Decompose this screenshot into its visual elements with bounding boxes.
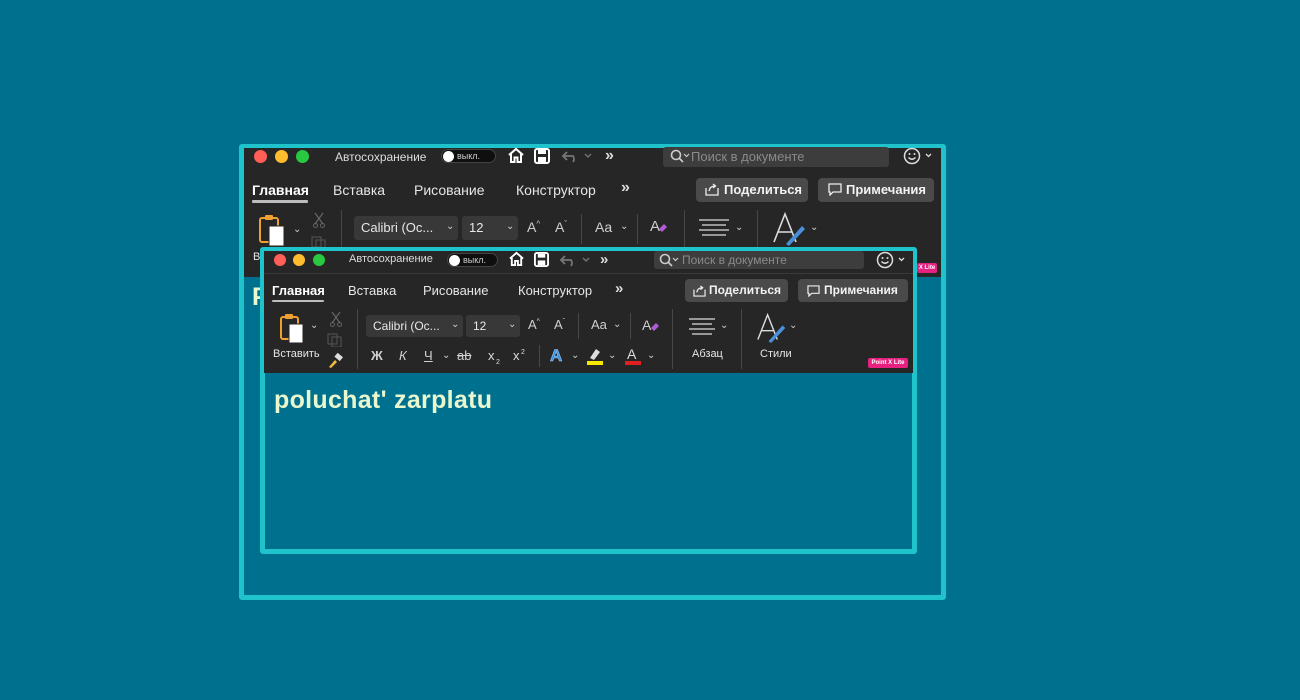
smiley-icon[interactable] [876, 251, 908, 274]
scissors-icon[interactable] [313, 212, 325, 233]
underline-chevron-icon: ⌄ [442, 350, 451, 361]
highlight-icon[interactable] [586, 346, 604, 371]
font-name-chevron-icon: ⌄ [451, 319, 460, 330]
format-painter-icon[interactable] [327, 352, 343, 374]
home-icon[interactable] [507, 147, 525, 169]
search-icon [659, 253, 679, 272]
undo-icon[interactable] [559, 252, 591, 273]
bold-button[interactable]: Ж [371, 348, 383, 363]
share-icon [705, 183, 719, 201]
highlight-chevron-icon: ⌄ [608, 350, 617, 361]
minimize-button[interactable] [293, 254, 305, 266]
svg-text:A: A [550, 346, 562, 365]
align-icon[interactable] [699, 218, 731, 243]
share-icon [693, 284, 706, 302]
change-case-chevron-icon: ⌄ [613, 319, 622, 330]
back-point-x-lite-badge: X Lite [917, 263, 937, 273]
font-name-chevron-icon: ⌄ [446, 221, 455, 232]
paste-chevron-icon[interactable]: ⌄ [293, 224, 301, 235]
change-case-button[interactable]: Aa [595, 219, 612, 235]
svg-text:2: 2 [521, 349, 525, 356]
styles-chevron-icon: ⌄ [789, 320, 798, 331]
tab-draw[interactable]: Рисование [423, 283, 488, 298]
maximize-button[interactable] [296, 150, 309, 163]
scissors-icon[interactable] [330, 311, 342, 332]
active-tab-indicator [272, 300, 324, 302]
search-input[interactable]: Поиск в документе [663, 147, 889, 167]
change-case-chevron-icon: ⌄ [620, 221, 629, 232]
autosave-toggle[interactable]: выкл. [447, 253, 498, 267]
clear-format-icon[interactable]: A [641, 315, 661, 340]
superscript-icon[interactable]: x2 [513, 348, 529, 369]
autosave-label: Автосохранение [349, 253, 433, 265]
comment-icon [828, 183, 842, 201]
save-icon[interactable] [534, 252, 549, 272]
tab-home[interactable]: Главная [252, 182, 309, 198]
maximize-button[interactable] [313, 254, 325, 266]
search-input[interactable]: Поиск в документе [654, 251, 864, 269]
close-button[interactable] [254, 150, 267, 163]
grow-font-icon[interactable]: A^ [527, 219, 540, 235]
grow-font-icon[interactable]: A^ [528, 317, 540, 332]
change-case-button[interactable]: Aa [591, 317, 607, 332]
align-chevron-icon: ⌄ [720, 320, 729, 331]
more-icon[interactable]: » [605, 147, 614, 165]
svg-text:x: x [488, 349, 495, 363]
minimize-button[interactable] [275, 150, 288, 163]
subscript-icon[interactable]: x2 [488, 348, 504, 370]
strikethrough-button[interactable]: ab [457, 348, 471, 363]
more-icon[interactable]: » [600, 251, 608, 268]
close-button[interactable] [274, 254, 286, 266]
tab-insert[interactable]: Вставка [348, 283, 396, 298]
document-text[interactable]: poluchat' zarplatu [274, 386, 492, 415]
copy-icon[interactable] [327, 333, 343, 352]
tab-home[interactable]: Главная [272, 283, 325, 298]
underline-button[interactable]: Ч [424, 348, 433, 363]
svg-text:x: x [513, 348, 520, 363]
tab-draw[interactable]: Рисование [414, 182, 485, 198]
clipboard-icon[interactable] [279, 313, 309, 350]
styles-chevron-icon: ⌄ [810, 222, 819, 233]
align-icon[interactable] [689, 317, 717, 340]
paragraph-label: Абзац [692, 348, 723, 360]
tab-insert[interactable]: Вставка [333, 182, 385, 198]
paste-chevron-icon[interactable]: ⌄ [310, 320, 318, 331]
font-name-dropdown[interactable]: Calibri (Ос... [354, 216, 458, 240]
autosave-label: Автосохранение [335, 150, 427, 164]
save-icon[interactable] [534, 148, 550, 169]
shrink-font-icon[interactable]: Aˇ [555, 219, 567, 235]
home-icon[interactable] [508, 251, 525, 272]
tab-design[interactable]: Конструктор [516, 182, 596, 198]
shrink-font-icon[interactable]: Aˇ [554, 317, 565, 332]
styles-label: Стили [760, 348, 792, 360]
comment-icon [807, 284, 820, 302]
svg-text:2: 2 [496, 359, 500, 365]
more-tabs-icon[interactable]: » [621, 179, 630, 197]
more-tabs-icon[interactable]: » [615, 280, 623, 297]
font-name-dropdown[interactable]: Calibri (Ос... [366, 315, 463, 337]
align-chevron-icon: ⌄ [735, 222, 744, 233]
point-x-lite-badge: Point X Lite [868, 358, 908, 368]
search-icon [670, 149, 690, 168]
svg-text:A: A [650, 218, 660, 235]
undo-icon[interactable] [561, 148, 593, 169]
styles-pen-icon[interactable] [756, 312, 788, 348]
svg-text:A: A [627, 346, 637, 362]
smiley-icon[interactable] [903, 147, 935, 170]
styles-pen-icon[interactable] [772, 211, 808, 251]
text-effects-icon[interactable]: A [549, 345, 567, 370]
svg-text:A: A [642, 317, 652, 333]
autosave-toggle[interactable]: выкл. [441, 149, 496, 163]
tab-design[interactable]: Конструктор [518, 283, 592, 298]
active-tab-indicator [252, 200, 308, 203]
text-effects-chevron-icon: ⌄ [571, 350, 580, 361]
paste-label: Вставить [273, 348, 320, 360]
font-size-chevron-icon: ⌄ [508, 319, 517, 330]
font-color-chevron-icon: ⌄ [647, 350, 656, 361]
italic-button[interactable]: К [399, 348, 407, 363]
clear-format-icon[interactable]: A [649, 216, 669, 241]
font-color-icon[interactable]: A [624, 346, 642, 371]
font-size-chevron-icon: ⌄ [506, 221, 515, 232]
front-word-window: Автосохранение выкл. » Поиск в документе… [264, 251, 913, 373]
